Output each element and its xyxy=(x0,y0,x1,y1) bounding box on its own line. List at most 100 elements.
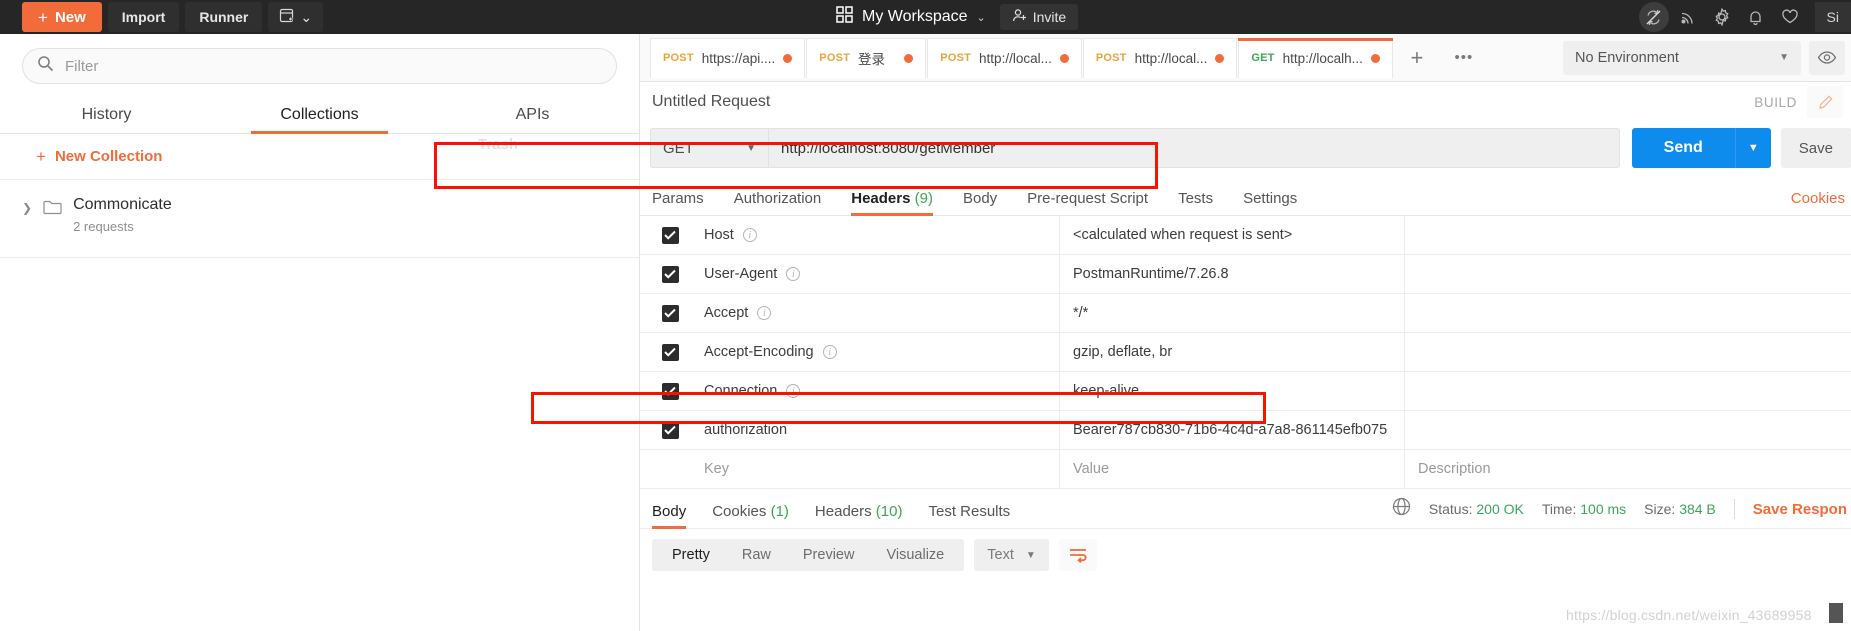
header-key[interactable]: User-Agent i xyxy=(700,254,1060,294)
eye-icon[interactable] xyxy=(1809,40,1845,75)
request-tab-5[interactable]: GET http://localh... xyxy=(1238,37,1393,78)
header-value[interactable]: <calculated when request is sent> xyxy=(1060,215,1405,255)
info-icon[interactable]: i xyxy=(786,267,801,281)
format-tab-preview[interactable]: Preview xyxy=(787,539,871,571)
table-row[interactable]: Connection i keep-alive xyxy=(640,371,1851,411)
sidebar-tab-history[interactable]: History xyxy=(0,106,213,133)
format-tab-pretty[interactable]: Pretty xyxy=(656,539,726,571)
header-value[interactable]: */* xyxy=(1060,293,1405,333)
checkbox-unchecked-icon[interactable] xyxy=(662,461,679,478)
checkbox-checked-icon[interactable] xyxy=(661,421,679,439)
info-icon[interactable]: i xyxy=(822,345,837,359)
url-input[interactable]: http://localhost:8080/getMember xyxy=(768,128,1620,168)
new-window-button[interactable]: ⌄ xyxy=(268,2,324,32)
new-header-value-input[interactable]: Value xyxy=(1060,449,1405,489)
header-value[interactable]: Bearer787cb830-71b6-4c4d-a7a8-861145efb0… xyxy=(1060,410,1405,450)
new-header-description-input[interactable]: Description xyxy=(1405,461,1851,477)
header-value[interactable]: PostmanRuntime/7.26.8 xyxy=(1060,254,1405,294)
tab-tests[interactable]: Tests xyxy=(1178,190,1213,215)
checkbox-checked-icon[interactable] xyxy=(661,226,679,244)
checkbox-checked-icon[interactable] xyxy=(661,265,679,283)
tab-options-button[interactable]: ••• xyxy=(1441,38,1487,78)
info-icon[interactable]: i xyxy=(742,228,757,242)
response-format-bar: Pretty Raw Preview Visualize Text ▼ xyxy=(640,529,1851,571)
grid-icon xyxy=(836,6,853,28)
sidebar-tab-apis[interactable]: APIs xyxy=(426,106,639,133)
table-row[interactable]: authorization Bearer787cb830-71b6-4c4d-a… xyxy=(640,410,1851,450)
table-row[interactable]: Accept i */* xyxy=(640,293,1851,333)
response-type-selector[interactable]: Text ▼ xyxy=(974,539,1049,571)
gear-icon[interactable] xyxy=(1707,2,1737,32)
checkbox-checked-icon[interactable] xyxy=(661,343,679,361)
response-tab-cookies[interactable]: Cookies (1) xyxy=(712,503,789,528)
signin-button[interactable]: Si xyxy=(1814,2,1851,32)
tab-body[interactable]: Body xyxy=(963,190,997,215)
wrap-lines-icon[interactable] xyxy=(1058,539,1097,571)
time-value: 100 ms xyxy=(1580,501,1627,517)
request-title[interactable]: Untitled Request xyxy=(652,93,770,111)
tab-params[interactable]: Params xyxy=(652,190,704,215)
format-tab-raw[interactable]: Raw xyxy=(726,539,787,571)
checkbox-checked-icon[interactable] xyxy=(661,304,679,322)
table-row[interactable]: User-Agent i PostmanRuntime/7.26.8 xyxy=(640,254,1851,294)
tab-settings[interactable]: Settings xyxy=(1243,190,1297,215)
main-panel: POST https://api.... POST 登录 POST http:/… xyxy=(640,34,1851,631)
response-tab-body-label: Body xyxy=(652,503,687,520)
edit-pencil-icon[interactable] xyxy=(1807,86,1843,118)
checkbox-checked-icon[interactable] xyxy=(661,382,679,400)
environment-selector[interactable]: No Environment ▼ xyxy=(1563,40,1801,75)
tab-settings-label: Settings xyxy=(1243,190,1298,207)
broadcast-icon[interactable] xyxy=(1673,2,1703,32)
tab-headers[interactable]: Headers (9) xyxy=(851,190,933,216)
header-key[interactable]: authorization xyxy=(700,410,1060,450)
collection-item-commonicate[interactable]: ❯ Commonicate 2 requests xyxy=(0,180,639,234)
request-tab-1[interactable]: POST https://api.... xyxy=(650,37,806,78)
send-options-button[interactable]: ▼ xyxy=(1734,128,1771,168)
header-key[interactable]: Connection i xyxy=(700,371,1060,411)
trash-label[interactable]: Trash xyxy=(478,136,518,153)
http-method-selector[interactable]: GET ▼ xyxy=(650,128,768,168)
new-button[interactable]: + New xyxy=(22,2,102,32)
new-collection-button[interactable]: New Collection xyxy=(55,148,163,165)
heart-icon[interactable] xyxy=(1775,2,1805,32)
new-window-icon xyxy=(279,8,295,26)
tab-authorization[interactable]: Authorization xyxy=(734,190,822,215)
header-value[interactable]: gzip, deflate, br xyxy=(1060,332,1405,372)
search-input[interactable]: Filter xyxy=(22,48,617,84)
invite-button[interactable]: Invite xyxy=(999,4,1079,30)
request-tab-3[interactable]: POST http://local... xyxy=(927,37,1082,78)
new-tab-button[interactable]: + xyxy=(1394,38,1440,78)
send-button[interactable]: Send xyxy=(1631,128,1735,168)
table-row[interactable]: Accept-Encoding i gzip, deflate, br xyxy=(640,332,1851,372)
save-button[interactable]: Save xyxy=(1780,128,1851,168)
info-icon[interactable]: i xyxy=(757,306,772,320)
table-row[interactable]: Host i <calculated when request is sent> xyxy=(640,215,1851,255)
header-key[interactable]: Host i xyxy=(700,215,1060,255)
response-tab-headers[interactable]: Headers (10) xyxy=(815,503,903,528)
top-toolbar-left: + New Import Runner ⌄ xyxy=(0,0,324,34)
response-tab-test-results[interactable]: Test Results xyxy=(928,503,1010,528)
tab-pre-request-script[interactable]: Pre-request Script xyxy=(1027,190,1148,215)
request-tab-4[interactable]: POST http://local... xyxy=(1082,37,1238,78)
workspace-selector[interactable]: My Workspace ⌄ xyxy=(836,6,986,28)
collection-request-count: 2 requests xyxy=(73,219,134,234)
header-key[interactable]: Accept i xyxy=(700,293,1060,333)
response-tab-body[interactable]: Body xyxy=(652,503,687,529)
sync-off-icon[interactable] xyxy=(1638,2,1669,32)
info-icon[interactable]: i xyxy=(786,384,801,398)
header-key[interactable]: Accept-Encoding i xyxy=(700,332,1060,372)
new-header-key-input[interactable]: Key xyxy=(700,449,1060,489)
format-tab-visualize[interactable]: Visualize xyxy=(870,539,960,571)
chevron-right-icon[interactable]: ❯ xyxy=(22,201,32,215)
bell-icon[interactable] xyxy=(1741,2,1771,32)
import-button[interactable]: Import xyxy=(107,2,180,32)
cookies-link[interactable]: Cookies xyxy=(1791,190,1851,215)
save-response-button[interactable]: Save Respon xyxy=(1753,501,1847,518)
sidebar-tab-collections[interactable]: Collections xyxy=(213,106,426,134)
request-tab-2[interactable]: POST 登录 xyxy=(806,37,927,78)
header-value[interactable]: keep-alive xyxy=(1060,371,1405,411)
chevron-down-icon: ⌄ xyxy=(300,8,313,25)
row-checkbox-cell xyxy=(640,421,700,439)
runner-button[interactable]: Runner xyxy=(185,2,263,32)
table-row-placeholder[interactable]: Key Value Description xyxy=(640,449,1851,489)
